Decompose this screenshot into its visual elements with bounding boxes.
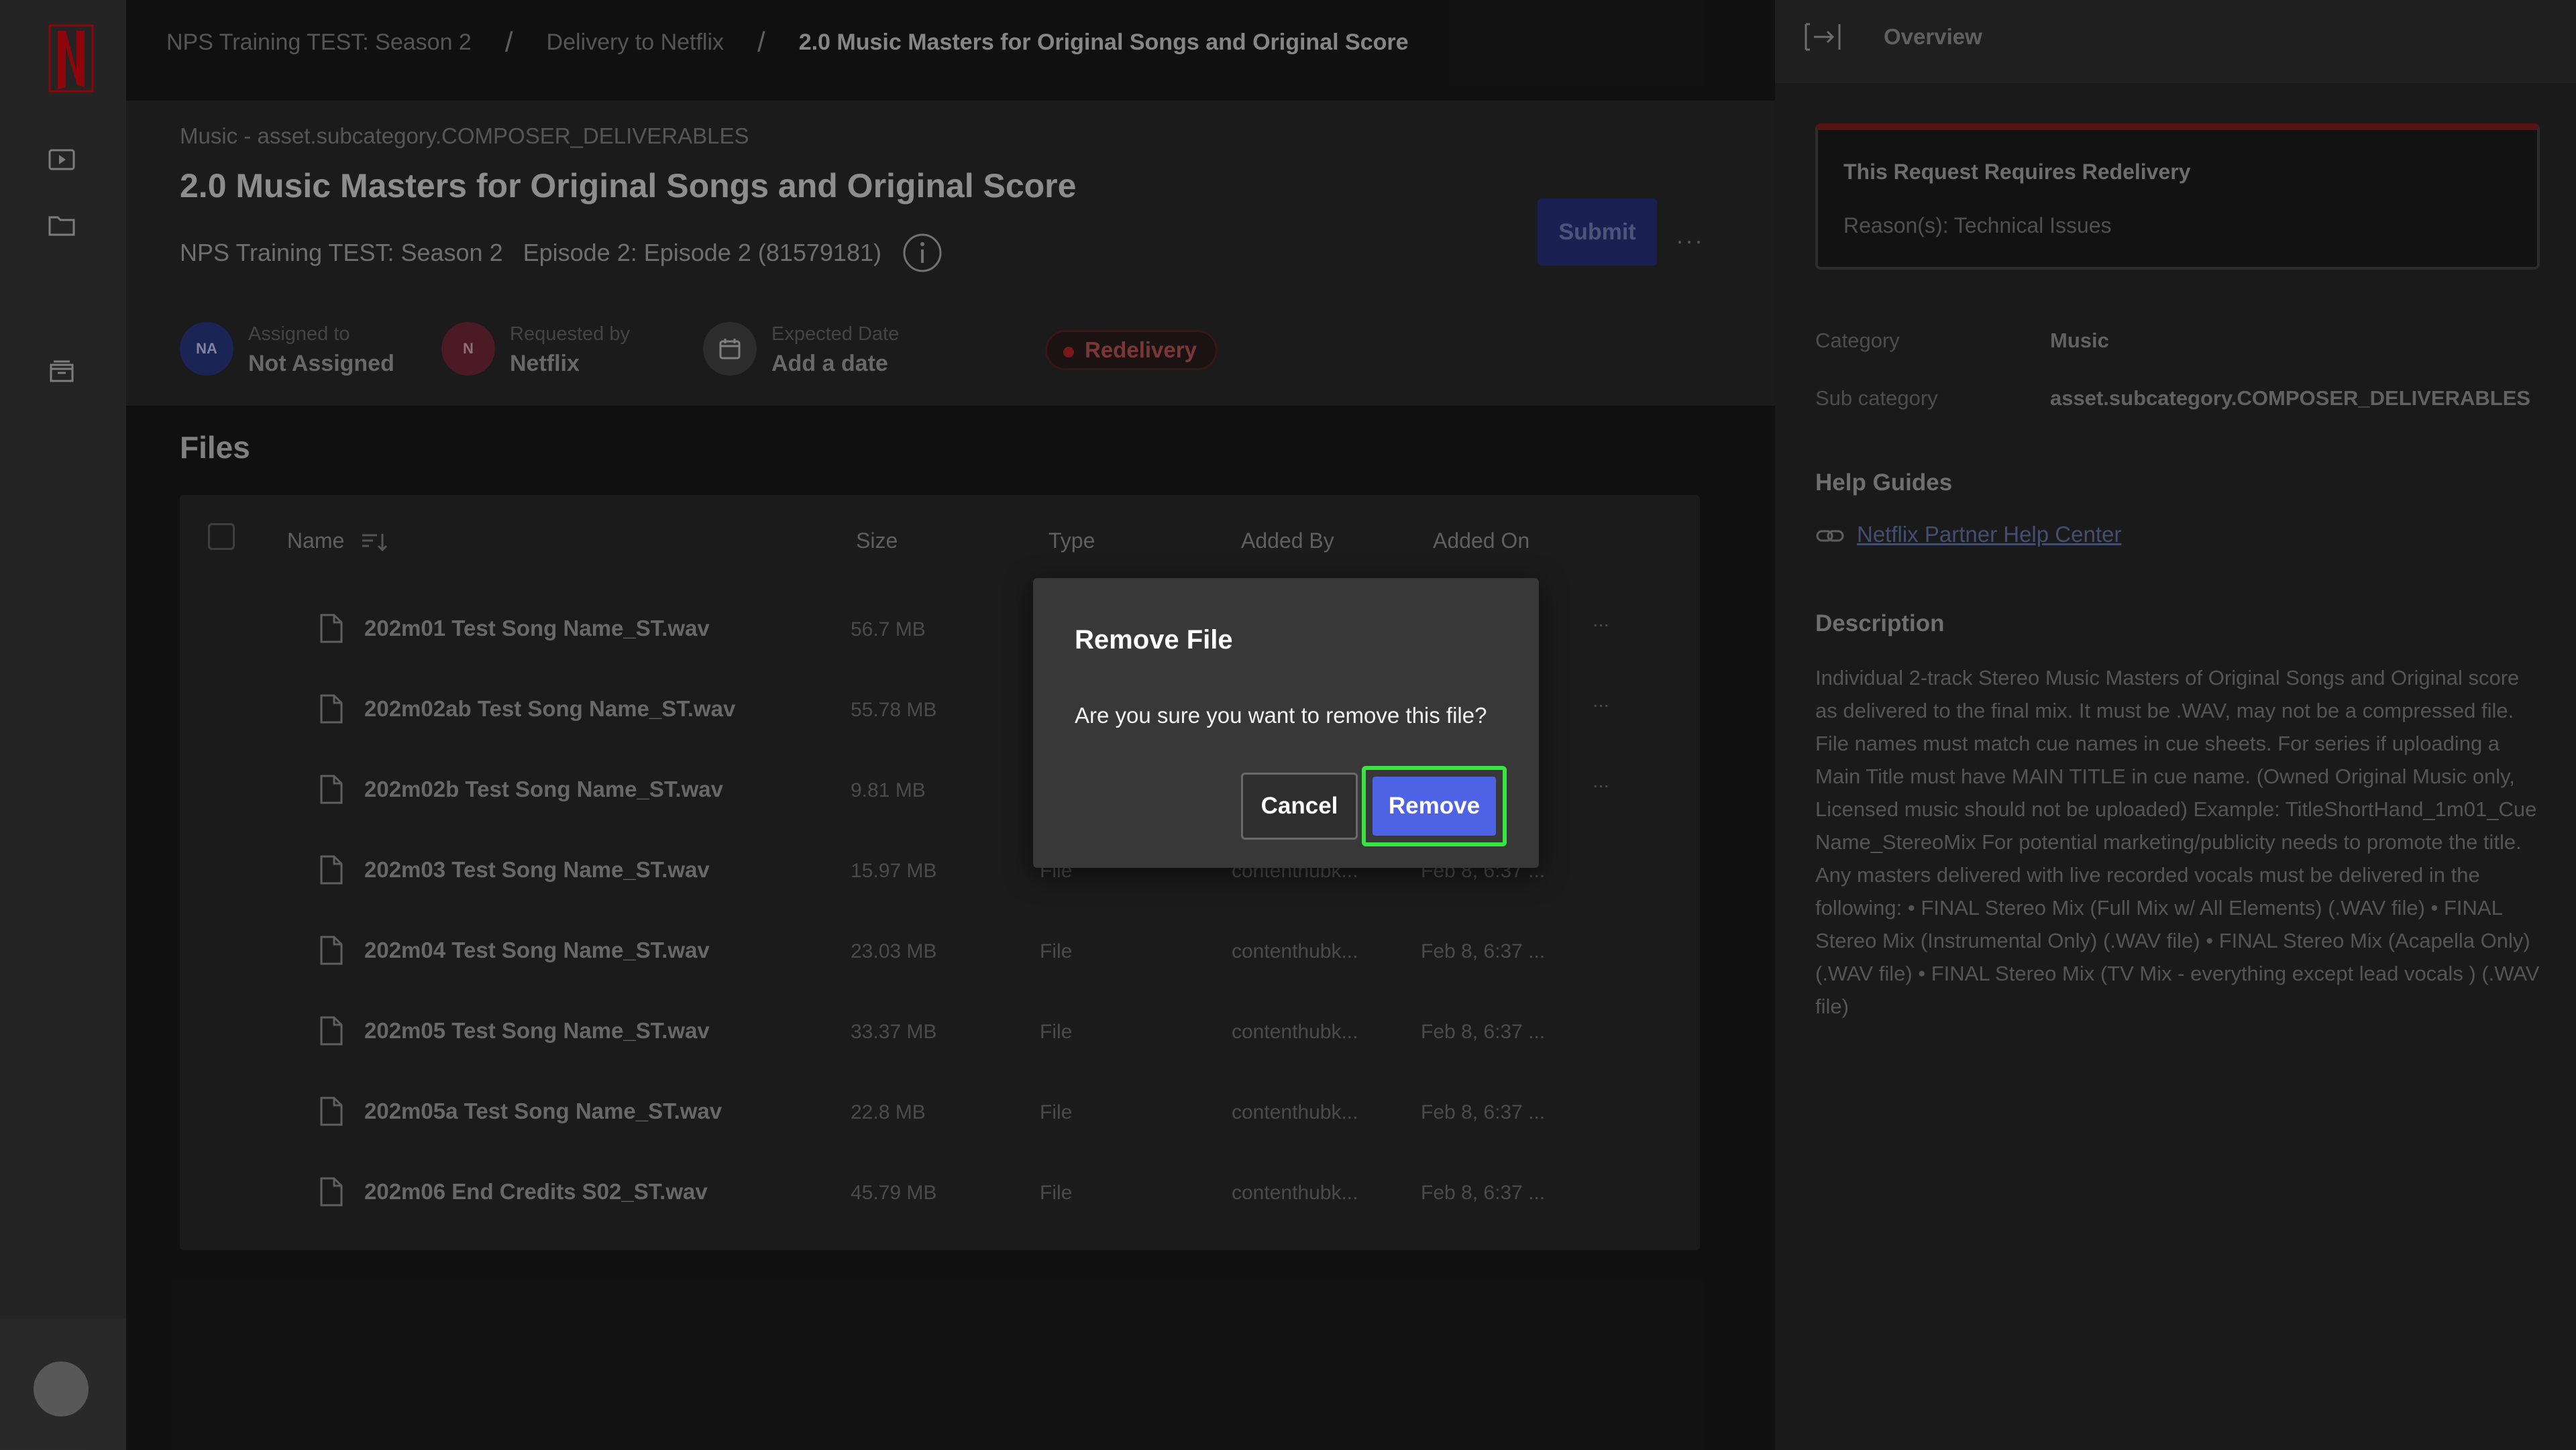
dialog-title: Remove File xyxy=(1075,625,1233,655)
remove-button[interactable]: Remove xyxy=(1373,777,1496,836)
cancel-button[interactable]: Cancel xyxy=(1241,773,1358,840)
remove-file-dialog: Remove File Are you sure you want to rem… xyxy=(1033,578,1539,868)
dialog-message: Are you sure you want to remove this fil… xyxy=(1075,703,1487,728)
remove-button-highlight: Remove xyxy=(1362,766,1507,846)
